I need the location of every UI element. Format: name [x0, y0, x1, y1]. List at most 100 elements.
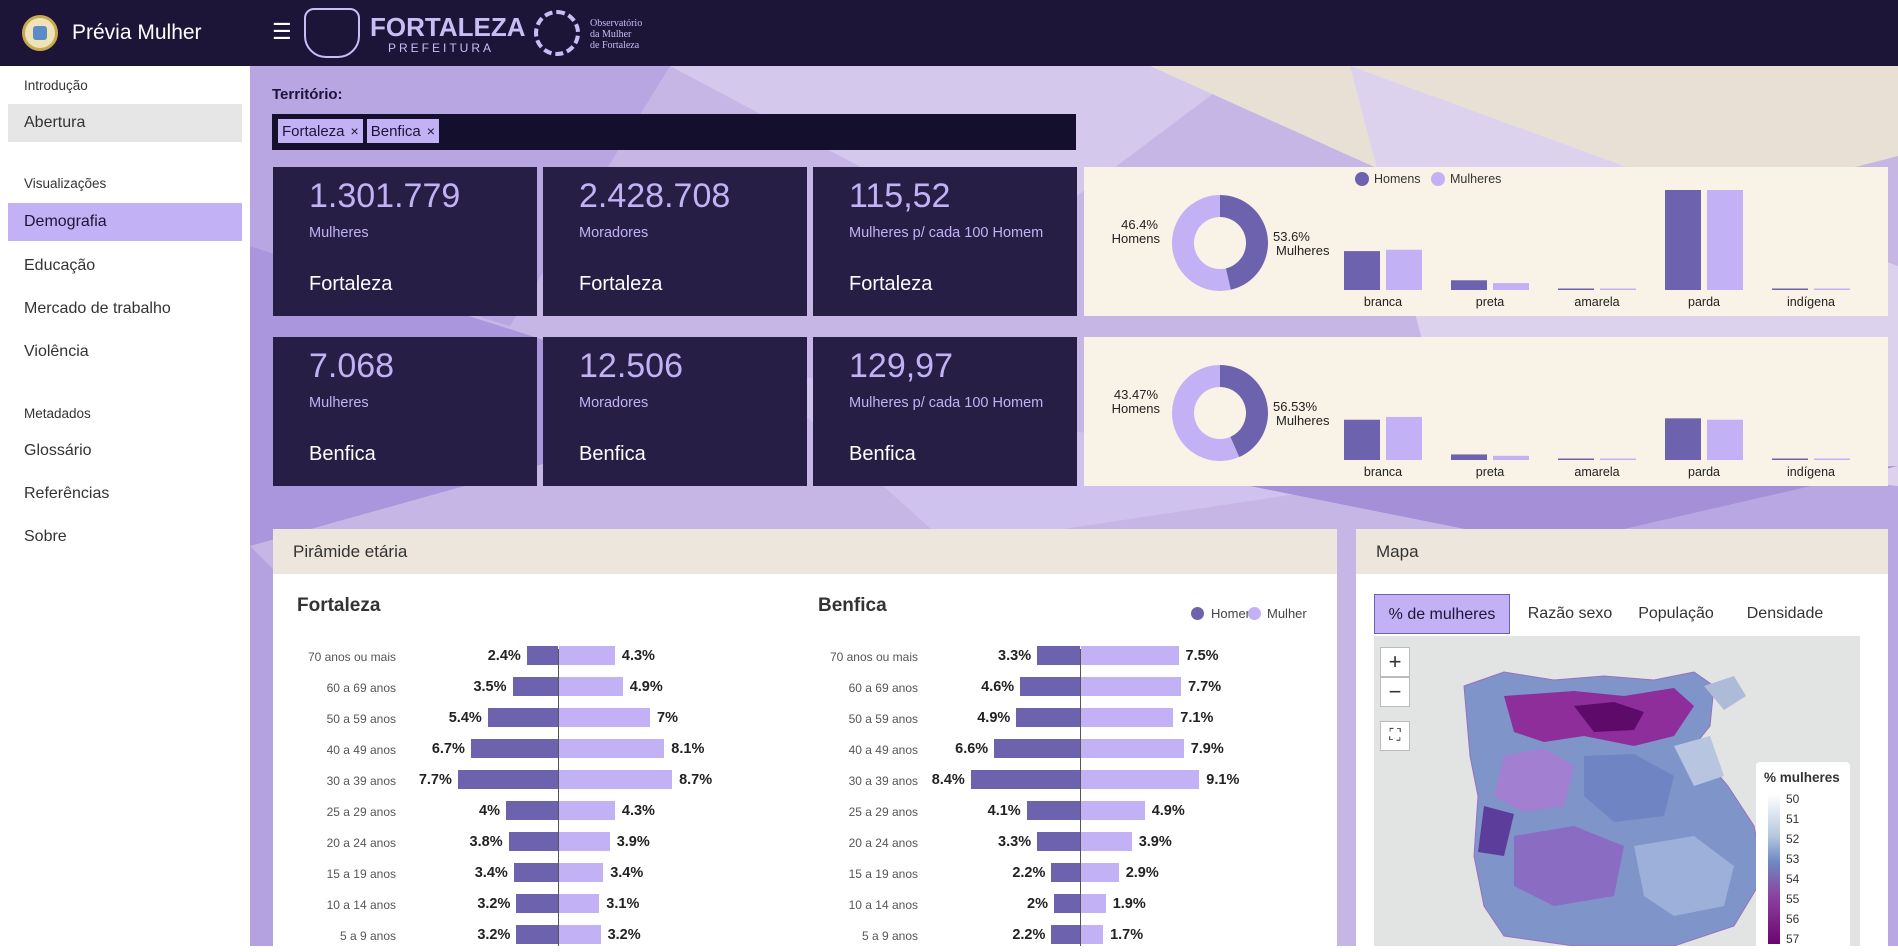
sidebar-section-metadados: Metadados — [24, 406, 91, 421]
observatorio-line-3: de Fortaleza — [590, 40, 640, 51]
donut-value-label: 43.47% — [1114, 387, 1159, 402]
map-legend-label: 57 — [1786, 932, 1800, 946]
pyramid-age-label: 50 a 59 anos — [326, 712, 396, 726]
territorio-chip-fortaleza: Fortaleza × — [278, 119, 363, 143]
legend-homens-dot — [1355, 172, 1369, 186]
pyramid-value-homem: 5.4% — [448, 710, 482, 726]
pyramid-age-label: 25 a 29 anos — [326, 805, 396, 819]
category-label: parda — [1688, 295, 1720, 309]
pyramid-bar-mulher — [1081, 863, 1119, 882]
stat-value: 1.301.779 — [309, 177, 461, 215]
remove-chip-icon[interactable]: × — [427, 123, 435, 139]
pyramid-bar-homem — [516, 925, 558, 944]
pyramid-value-mulher: 7.1% — [1180, 710, 1214, 726]
legend-homem-dot — [1191, 607, 1204, 620]
prefeitura-logo: FORTALEZA PREFEITURA — [304, 8, 526, 58]
donut-value-label: 46.4% — [1121, 217, 1158, 232]
zoom-in-button[interactable]: + — [1380, 647, 1410, 677]
brand: Prévia Mulher — [0, 0, 250, 66]
donut-series-label: Mulheres — [1276, 243, 1330, 258]
territorio-select[interactable]: Fortaleza × Benfica × — [272, 114, 1076, 150]
pyramid-value-homem: 3.8% — [469, 834, 503, 850]
pyramid-value-mulher: 1.9% — [1112, 896, 1146, 912]
pyramid-age-label: 10 a 14 anos — [848, 898, 918, 912]
stat-place: Benfica — [309, 443, 376, 465]
stat-place: Fortaleza — [309, 273, 393, 295]
observatorio-line-2: da Mulher — [590, 29, 632, 40]
pyramid-value-mulher: 3.2% — [607, 927, 641, 943]
map-legend-label: 50 — [1786, 792, 1800, 806]
bar-parda-homens — [1665, 418, 1701, 460]
pyramid-bar-mulher — [559, 646, 615, 665]
bar-branca-homens — [1344, 419, 1380, 460]
legend-mulheres-dot — [1431, 172, 1445, 186]
territorio-chip-benfica: Benfica × — [366, 119, 439, 143]
sidebar-item-mercado-de-trabalho[interactable]: Mercado de trabalho — [8, 290, 242, 328]
category-label: amarela — [1574, 465, 1619, 479]
pyramid-age-label: 40 a 49 anos — [848, 743, 918, 757]
stat-label: Mulheres — [309, 395, 369, 411]
category-label: parda — [1688, 465, 1720, 479]
pyramid-value-mulher: 3.1% — [606, 896, 640, 912]
pyramid-value-mulher: 3.9% — [616, 834, 650, 850]
pyramid-bar-mulher — [1081, 770, 1200, 789]
tab-populacao[interactable]: População — [1630, 594, 1722, 634]
fullscreen-icon[interactable]: ⛶ — [1380, 721, 1410, 751]
sidebar-item-abertura[interactable]: Abertura — [8, 104, 242, 142]
donut-series-label: Homens — [1112, 401, 1161, 416]
legend-mulher-dot — [1248, 607, 1261, 620]
sidebar: Introdução Abertura Visualizações Demogr… — [0, 66, 250, 946]
pyramid-bar-homem — [526, 646, 558, 665]
pyramid-bar-homem — [1016, 708, 1080, 727]
zoom-out-button[interactable]: − — [1380, 677, 1410, 707]
sidebar-item-glossario[interactable]: Glossário — [8, 432, 242, 470]
sidebar-item-referencias[interactable]: Referências — [8, 475, 242, 513]
pyramid-bar-mulher — [559, 832, 610, 851]
pyramid-value-mulher: 8.1% — [671, 741, 705, 757]
pyramid-value-homem: 6.7% — [431, 741, 465, 757]
stat-place: Fortaleza — [579, 273, 663, 295]
pyramid-value-mulher: 4.9% — [629, 679, 663, 695]
tab-percent-mulheres[interactable]: % de mulheres — [1374, 594, 1510, 634]
stat-card: 115,52 Mulheres p/ cada 100 Homem Fortal… — [813, 167, 1077, 316]
sidebar-item-educacao[interactable]: Educação — [8, 247, 242, 285]
pyramid-bar-homem — [1020, 677, 1080, 696]
observatorio-text: Observatório da Mulher de Fortaleza — [590, 18, 660, 51]
pyramid-bar-homem — [970, 770, 1080, 789]
remove-chip-icon[interactable]: × — [351, 123, 359, 139]
stat-place: Benfica — [849, 443, 916, 465]
sidebar-item-violencia[interactable]: Violência — [8, 333, 242, 371]
mapa-card-title: Mapa — [1356, 529, 1888, 574]
pyramid-bar-homem — [470, 739, 558, 758]
tab-densidade[interactable]: Densidade — [1736, 594, 1834, 634]
pyramid-value-mulher: 7.9% — [1190, 741, 1224, 757]
sidebar-item-demografia[interactable]: Demografia — [8, 203, 242, 241]
stat-card: 12.506 Moradores Benfica — [543, 337, 807, 486]
map-legend-label: 51 — [1786, 812, 1800, 826]
stat-value: 7.068 — [309, 347, 395, 385]
stat-card: 129,97 Mulheres p/ cada 100 Homem Benfic… — [813, 337, 1077, 486]
bar-indígena-mulheres — [1814, 458, 1850, 460]
prefeitura-sub: PREFEITURA — [388, 41, 495, 55]
pyramid-value-homem: 4.9% — [977, 710, 1011, 726]
stat-card: 1.301.779 Mulheres Fortaleza — [273, 167, 537, 316]
bar-amarela-mulheres — [1600, 288, 1636, 290]
pyramid-value-homem: 7.7% — [418, 772, 452, 788]
stat-value: 12.506 — [579, 347, 683, 385]
tab-razao-sexo[interactable]: Razão sexo — [1522, 594, 1618, 634]
stat-card: 7.068 Mulheres Benfica — [273, 337, 537, 486]
sidebar-item-sobre[interactable]: Sobre — [8, 518, 242, 556]
stat-label: Mulheres p/ cada 100 Homem — [849, 225, 1044, 241]
bar-amarela-homens — [1558, 458, 1594, 460]
sidebar-section-introducao: Introdução — [24, 78, 88, 93]
category-label: preta — [1476, 465, 1505, 479]
pyramid-bar-mulher — [1081, 677, 1182, 696]
pyramid-bar-mulher — [559, 770, 673, 789]
hamburger-icon[interactable]: ☰ — [272, 20, 292, 44]
stat-value: 2.428.708 — [579, 177, 731, 215]
pyramid-title-fortaleza: Fortaleza — [297, 595, 381, 616]
pyramid-bar-mulher — [559, 863, 604, 882]
pyramid-value-homem: 3.5% — [473, 679, 507, 695]
bar-preta-homens — [1451, 454, 1487, 460]
sidebar-section-visualizacoes: Visualizações — [24, 176, 107, 191]
